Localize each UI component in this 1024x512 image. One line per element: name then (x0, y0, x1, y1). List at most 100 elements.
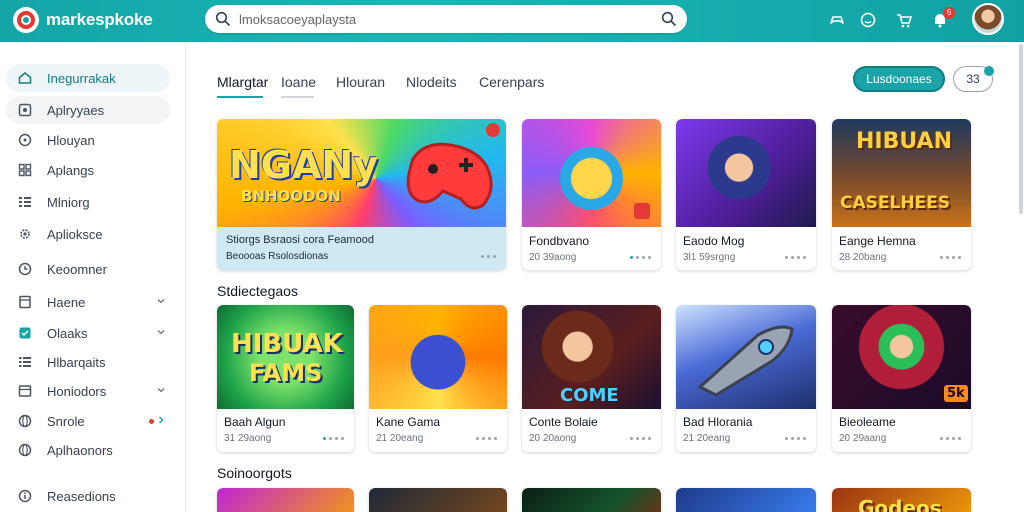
game-card[interactable]: Godeos (832, 488, 971, 512)
apps-icon (18, 103, 32, 117)
more-dots-icon[interactable] (940, 256, 961, 259)
sidebar-item-3[interactable]: Aplangs (6, 156, 170, 184)
game-card[interactable]: HIBUAK FAMS Baah Algun 31 29aong (217, 305, 354, 452)
game-art (676, 305, 816, 409)
tab-3[interactable]: Nlodeits (406, 74, 457, 90)
game-title: Kane Gama (376, 415, 441, 429)
sidebar-item-label: Haene (47, 295, 86, 310)
game-art-title: COME (560, 385, 619, 406)
game-art-title: HIBUAK (231, 329, 343, 359)
sidebar-item-7[interactable]: Haene (6, 288, 170, 316)
featured-art: NGANy BNHOODON (217, 119, 506, 227)
chevron-down-icon[interactable] (156, 296, 166, 306)
game-art: Godeos (832, 488, 971, 512)
sidebar-item-label: Aplryyaes (47, 103, 105, 118)
sidebar-item-1[interactable]: Aplryyaes (6, 96, 170, 124)
game-card[interactable]: Eaodo Mog 3l1 59srgng (676, 119, 816, 270)
game-art-title: Godeos (858, 496, 942, 512)
featured-tag (486, 123, 500, 137)
sidebar-item-10[interactable]: Honiodors (6, 377, 170, 405)
game-meta: 20 29aang (839, 433, 887, 444)
game-art (522, 119, 661, 227)
list-icon (19, 197, 31, 207)
featured-art-subtitle: BNHOODON (241, 187, 341, 205)
sidebar-item-13[interactable]: Reasedions (6, 482, 170, 510)
sidebar-item-12[interactable]: Aplhaonors (6, 436, 170, 464)
bell-icon[interactable]: 6 (930, 7, 955, 30)
cart-icon[interactable] (894, 10, 914, 30)
game-card[interactable]: HIBUAN CASELHEES Eange Hemna 28 20bang (832, 119, 971, 270)
scrollbar[interactable] (1019, 44, 1023, 214)
game-meta: 20 39aong (529, 252, 577, 263)
more-dots-icon[interactable] (630, 437, 651, 440)
search-submit-icon[interactable] (661, 11, 677, 27)
chevron-down-icon[interactable] (156, 385, 166, 395)
featured-info-line1: Stiorgs Bsraosi cora Feamood (226, 234, 374, 246)
sidebar-item-label: Aplangs (47, 163, 94, 178)
search-bar (205, 5, 687, 33)
sidebar-item-11[interactable]: Snrole (6, 407, 170, 435)
more-dots-icon[interactable] (630, 256, 651, 259)
more-dots-icon[interactable] (323, 437, 344, 440)
avatar[interactable] (972, 3, 1004, 35)
game-title: Baah Algun (224, 415, 286, 429)
sidebar-item-label: Olaaks (47, 326, 88, 341)
game-art: HIBUAN CASELHEES (832, 119, 971, 227)
brand-name[interactable]: markespkoke (46, 10, 153, 30)
featured-card[interactable]: NGANy BNHOODON Stiorgs Bsraosi cora Feam… (217, 119, 506, 270)
game-meta: 21 20eang (683, 433, 731, 444)
game-card[interactable]: COME Conte Bolaie 20 20aong (522, 305, 661, 452)
check-icon (19, 327, 31, 339)
game-art: HIBUAK FAMS (217, 305, 354, 409)
more-dots-icon[interactable] (481, 255, 496, 258)
featured-art-title: NGANy (229, 143, 378, 187)
box-icon (18, 385, 32, 397)
section-title: Soinoorgots (217, 465, 292, 481)
globe-icon (18, 443, 32, 457)
chevron-down-icon[interactable] (156, 327, 166, 337)
game-meta: 31 29aong (224, 433, 272, 444)
sidebar-item-label: Aplioksce (47, 227, 103, 242)
chevron-right-icon[interactable] (156, 415, 166, 425)
game-card[interactable] (676, 488, 816, 512)
info-icon (18, 489, 32, 503)
game-card[interactable] (217, 488, 354, 512)
game-card[interactable] (522, 488, 661, 512)
more-dots-icon[interactable] (785, 437, 806, 440)
sidebar-item-0[interactable]: Inegurrakak (6, 64, 170, 92)
sidebar-item-9[interactable]: Hlbarqaits (6, 348, 170, 376)
primary-action-button[interactable]: Lusdoonaes (853, 66, 945, 92)
tab-2[interactable]: Hlouran (336, 74, 385, 90)
globe-icon (18, 414, 32, 428)
game-art (676, 488, 816, 512)
game-card[interactable] (369, 488, 507, 512)
sidebar-item-label: Honiodors (47, 384, 107, 399)
game-card[interactable]: Kane Gama 21 20eang (369, 305, 507, 452)
game-art (369, 488, 507, 512)
sidebar-item-label: Snrole (47, 414, 85, 429)
game-card[interactable]: Fondbvano 20 39aong (522, 119, 661, 270)
rocket-illustration (697, 325, 794, 397)
game-title: Fondbvano (529, 234, 590, 248)
more-dots-icon[interactable] (940, 437, 961, 440)
tab-1[interactable]: Ioane (281, 74, 316, 90)
search-input[interactable] (239, 9, 619, 29)
controller-icon[interactable] (827, 10, 847, 30)
more-dots-icon[interactable] (476, 437, 497, 440)
game-title: Conte Bolaie (529, 415, 598, 429)
tab-0[interactable]: Mlargtar (217, 74, 268, 90)
game-card[interactable]: Bad Hlorania 21 20eang (676, 305, 816, 452)
sidebar-item-label: Inegurrakak (47, 71, 116, 86)
tab-4[interactable]: Cerenpars (479, 74, 544, 90)
more-dots-icon[interactable] (785, 256, 806, 259)
game-art (369, 305, 507, 409)
sidebar-item-8[interactable]: Olaaks (6, 319, 170, 347)
sidebar-item-6[interactable]: Keoomner (6, 255, 170, 283)
sidebar-item-5[interactable]: Aplioksce (6, 220, 170, 248)
game-art-title: HIBUAN (856, 129, 952, 154)
sidebar-item-2[interactable]: Hlouyan (6, 126, 170, 154)
emoji-icon[interactable] (858, 10, 878, 30)
logo[interactable] (13, 7, 39, 33)
game-card[interactable]: 5k Bieoleame 20 29aang (832, 305, 971, 452)
sidebar-item-4[interactable]: Mlniorg (6, 188, 170, 216)
